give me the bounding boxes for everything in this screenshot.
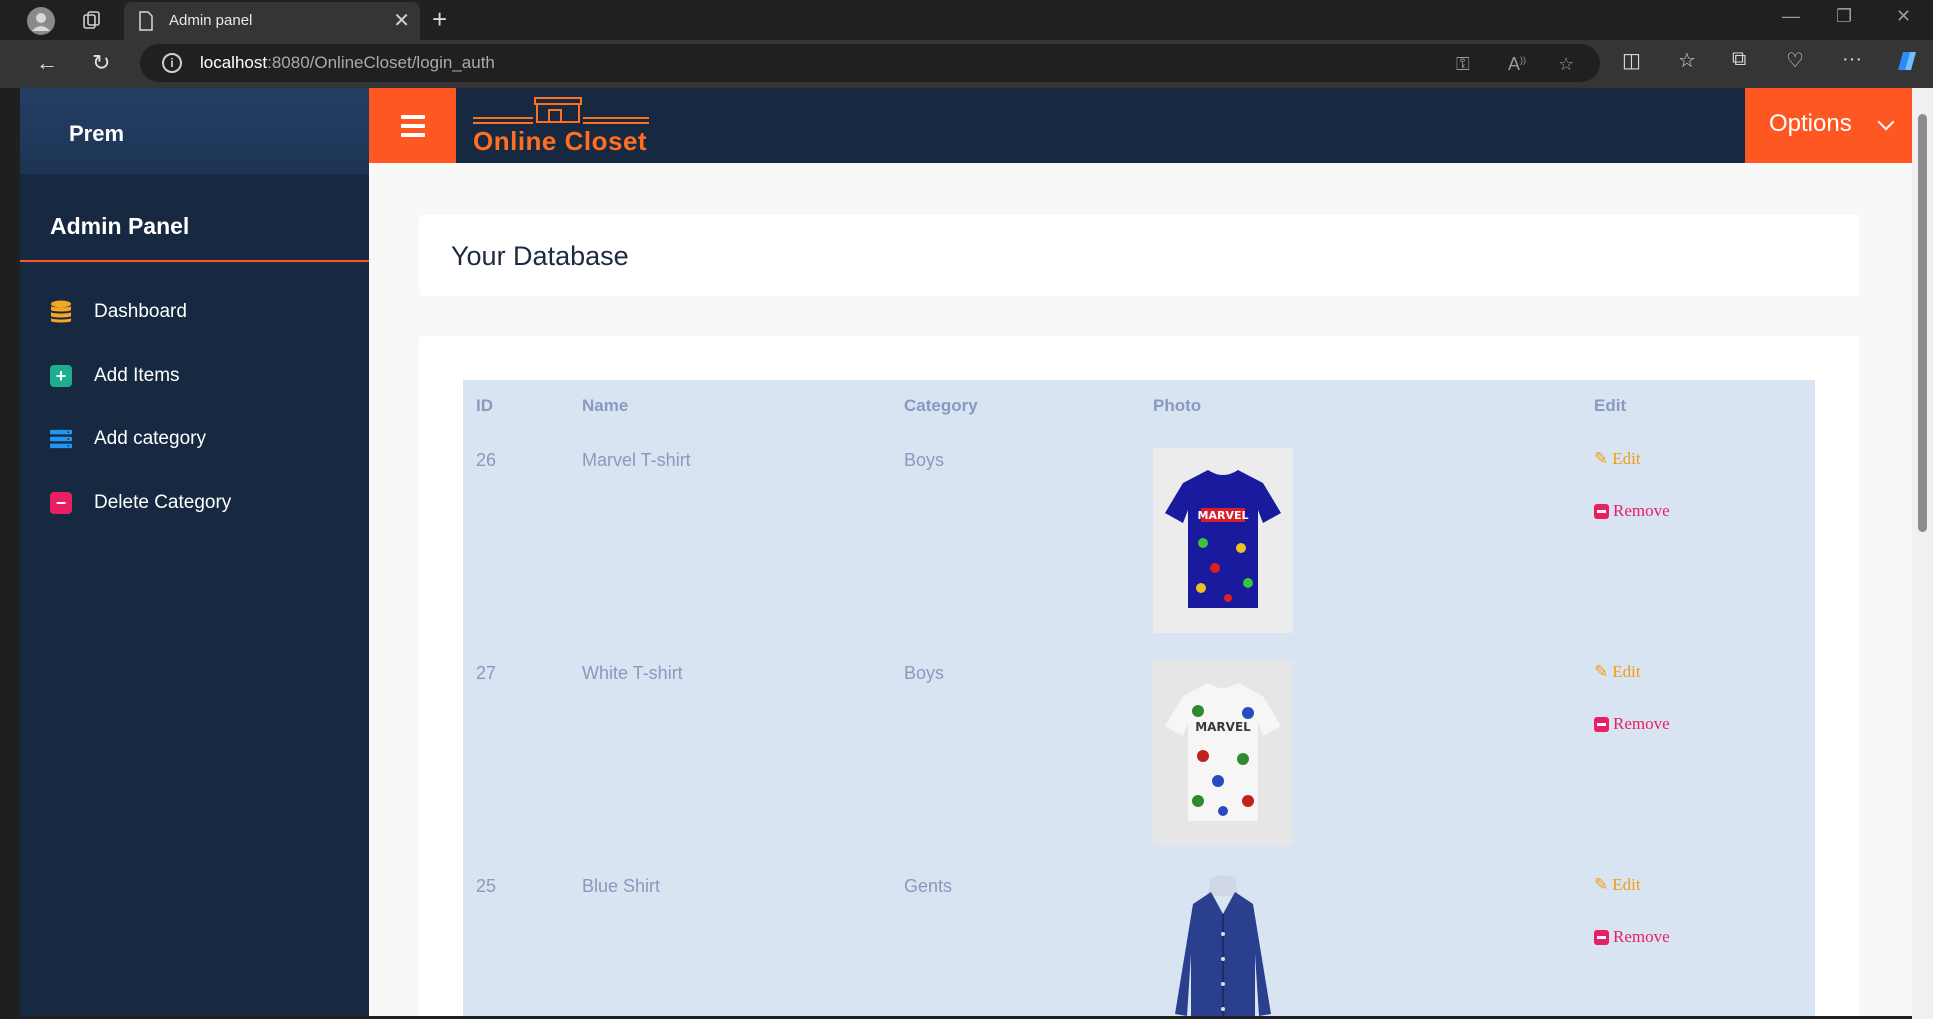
browser-tab-bar: Admin panel ✕ + — ❐ ✕: [0, 0, 1933, 40]
minus-square-icon: [1594, 503, 1609, 519]
product-photo: MARVEL: [1153, 448, 1293, 633]
back-icon[interactable]: ←: [36, 50, 58, 76]
hamburger-icon: [400, 114, 425, 119]
chevron-down-icon: [1877, 113, 1895, 131]
edit-icon: ✎: [1594, 875, 1609, 894]
edit-link[interactable]: ✎ Edit: [1594, 662, 1641, 682]
site-info-icon[interactable]: i: [162, 53, 182, 73]
product-photo: MARVEL: [1153, 661, 1293, 846]
url-bar[interactable]: i localhost:8080/OnlineCloset/login_auth…: [140, 44, 1600, 82]
page-scrollbar[interactable]: [1912, 88, 1933, 1019]
close-tab-icon[interactable]: ✕: [393, 8, 410, 33]
minus-square-icon: −: [50, 492, 72, 514]
scrollbar-thumb[interactable]: [1918, 114, 1927, 532]
options-label: Options: [1769, 110, 1852, 137]
plus-square-icon: +: [50, 365, 72, 387]
profile-icon[interactable]: [26, 6, 56, 36]
cell-name: Marvel T-shirt: [582, 450, 691, 470]
split-screen-icon[interactable]: ◫: [1622, 48, 1641, 73]
edit-link[interactable]: ✎ Edit: [1594, 875, 1641, 895]
svg-text:MARVEL: MARVEL: [1195, 720, 1251, 734]
product-photo: [1153, 874, 1293, 1016]
favorites-icon[interactable]: ☆: [1678, 48, 1696, 73]
cell-category: Boys: [904, 663, 945, 683]
top-navbar: Online Closet Options: [369, 88, 1912, 163]
tab-title: Admin panel: [169, 12, 253, 29]
svg-text:MARVEL: MARVEL: [1198, 509, 1249, 522]
sidebar-item-label: Delete Category: [94, 492, 232, 513]
remove-link[interactable]: Remove: [1594, 714, 1670, 734]
minus-square-icon: [1594, 716, 1609, 732]
page-heading-card: Your Database: [419, 215, 1859, 296]
cell-category: Boys: [904, 450, 945, 470]
menu-toggle-button[interactable]: [369, 88, 456, 163]
more-menu-icon[interactable]: ···: [1842, 48, 1862, 71]
remove-link[interactable]: Remove: [1594, 501, 1670, 521]
column-header-id: ID: [476, 396, 493, 415]
health-icon[interactable]: ♡: [1786, 48, 1804, 73]
url-text[interactable]: localhost:8080/OnlineCloset/login_auth: [200, 53, 495, 73]
column-header-photo: Photo: [1153, 396, 1202, 415]
sidebar-item-label: Dashboard: [94, 301, 187, 322]
cell-id: 26: [476, 450, 497, 470]
browser-tab[interactable]: Admin panel ✕: [124, 2, 420, 40]
sidebar-item-label: Add category: [94, 428, 206, 449]
server-icon: [50, 428, 72, 450]
collections-icon[interactable]: [77, 6, 107, 36]
close-window-icon[interactable]: ✕: [1896, 6, 1911, 27]
sidebar-item-add-category[interactable]: Add category: [50, 419, 350, 459]
restore-icon[interactable]: ❐: [1836, 6, 1852, 27]
address-bar-row: ← ↻ i localhost:8080/OnlineCloset/login_…: [0, 40, 1933, 88]
sidebar-divider: [20, 260, 369, 262]
page-icon: [138, 11, 154, 36]
sidebar-item-delete-category[interactable]: − Delete Category: [50, 483, 350, 523]
items-table: ID Name Category Photo Edit 26 Marvel T-…: [463, 380, 1815, 1016]
copilot-icon[interactable]: [1892, 48, 1918, 80]
cell-id: 25: [476, 876, 497, 896]
collections-toolbar-icon[interactable]: ⧉: [1732, 48, 1746, 71]
key-icon[interactable]: ⚿: [1456, 54, 1470, 75]
sidebar-item-add-items[interactable]: + Add Items: [50, 356, 350, 396]
read-aloud-icon[interactable]: A)): [1508, 54, 1526, 75]
remove-link[interactable]: Remove: [1594, 927, 1670, 947]
database-card: ID Name Category Photo Edit 26 Marvel T-…: [419, 336, 1859, 1016]
reload-icon[interactable]: ↻: [92, 50, 110, 76]
logo-text: Online Closet: [473, 126, 648, 156]
storefront-logo-icon: [473, 97, 649, 124]
minus-square-icon: [1594, 929, 1609, 945]
database-icon: [50, 300, 72, 323]
page: Prem Admin Panel Dashboard + Add Items A…: [20, 88, 1912, 1016]
cell-name: White T-shirt: [582, 663, 683, 683]
sidebar-item-label: Add Items: [94, 365, 180, 386]
cell-name: Blue Shirt: [582, 876, 661, 896]
sidebar-user-header: Prem: [20, 88, 369, 174]
column-header-edit: Edit: [1594, 396, 1627, 415]
user-name: Prem: [69, 121, 125, 146]
sidebar-title: Admin Panel: [50, 213, 190, 239]
edit-icon: ✎: [1594, 662, 1609, 681]
logo[interactable]: Online Closet: [473, 96, 653, 156]
options-dropdown[interactable]: Options: [1745, 88, 1912, 163]
cell-id: 27: [476, 663, 497, 683]
sidebar-item-dashboard[interactable]: Dashboard: [50, 292, 350, 332]
desktop-edge: [0, 88, 14, 1019]
favorite-star-icon[interactable]: ☆: [1558, 54, 1574, 75]
page-title: Your Database: [451, 241, 629, 271]
column-header-name: Name: [582, 396, 629, 415]
edit-link[interactable]: ✎ Edit: [1594, 449, 1641, 469]
edit-icon: ✎: [1594, 449, 1609, 468]
column-header-category: Category: [904, 396, 978, 415]
minimize-icon[interactable]: —: [1782, 6, 1800, 27]
sidebar: Prem Admin Panel Dashboard + Add Items A…: [20, 88, 369, 1016]
new-tab-icon[interactable]: +: [432, 4, 447, 35]
cell-category: Gents: [904, 876, 953, 896]
